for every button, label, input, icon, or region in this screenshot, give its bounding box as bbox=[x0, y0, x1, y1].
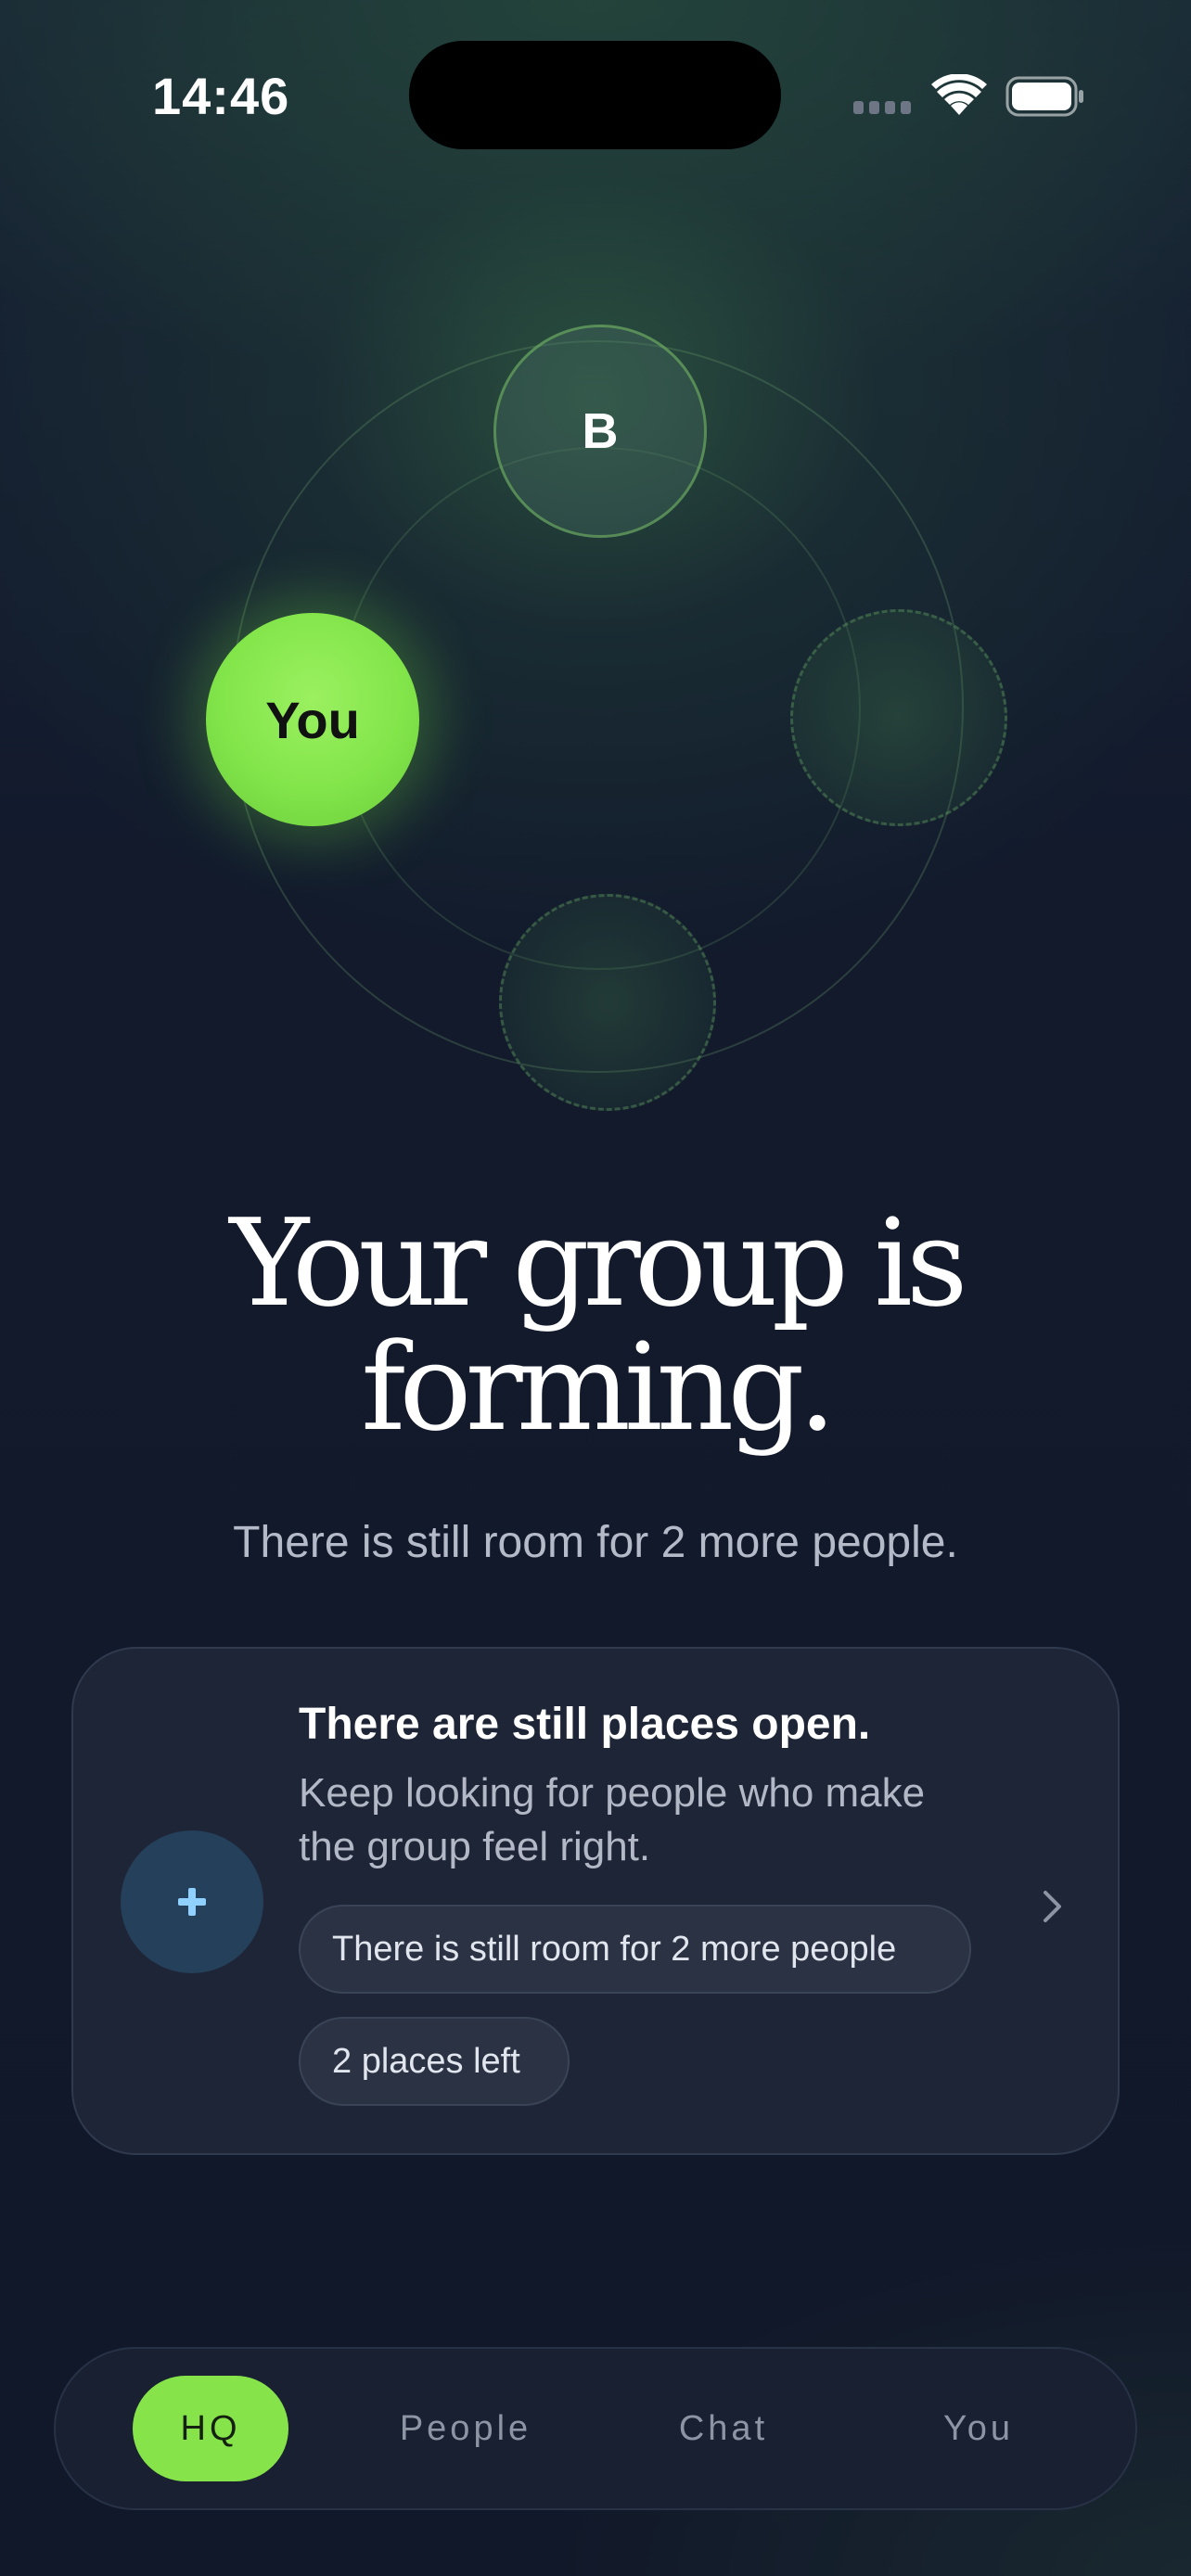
dynamic-island bbox=[409, 41, 781, 149]
tab-hq[interactable]: HQ bbox=[133, 2376, 288, 2481]
status-time: 14:46 bbox=[152, 67, 290, 125]
member-avatar-you[interactable]: You bbox=[206, 613, 419, 826]
member-avatar-b[interactable]: B bbox=[493, 325, 707, 538]
plus-icon bbox=[178, 1888, 206, 1916]
add-person-button[interactable] bbox=[121, 1830, 263, 1973]
screen: 14:46 B You Your group is forming. There … bbox=[0, 0, 1191, 2576]
tab-you[interactable]: You bbox=[886, 2376, 1071, 2481]
card-body: Keep looking for people who make the gro… bbox=[299, 1770, 926, 1869]
tab-people[interactable]: People bbox=[364, 2376, 568, 2481]
open-slot bbox=[499, 894, 716, 1111]
member-initial: B bbox=[582, 403, 619, 459]
tab-chat[interactable]: Chat bbox=[631, 2376, 816, 2481]
places-left-chip: 2 places left bbox=[299, 2017, 570, 2106]
room-left-chip: There is still room for 2 more people bbox=[299, 1905, 971, 1994]
page-subtitle: There is still room for 2 more people. bbox=[233, 1518, 958, 1567]
chevron-right-icon[interactable] bbox=[1041, 1888, 1065, 1925]
page-title-line: forming. bbox=[361, 1317, 837, 1458]
card-title: There are still places open. bbox=[299, 1700, 871, 1749]
open-slot bbox=[790, 609, 1007, 826]
wifi-icon bbox=[931, 74, 987, 115]
page-title: Your group is forming. bbox=[93, 1201, 1098, 1449]
page-title-line: Your group is bbox=[229, 1192, 967, 1333]
member-initial: You bbox=[265, 690, 360, 749]
signal-icon bbox=[853, 101, 913, 114]
battery-icon bbox=[1005, 76, 1083, 117]
